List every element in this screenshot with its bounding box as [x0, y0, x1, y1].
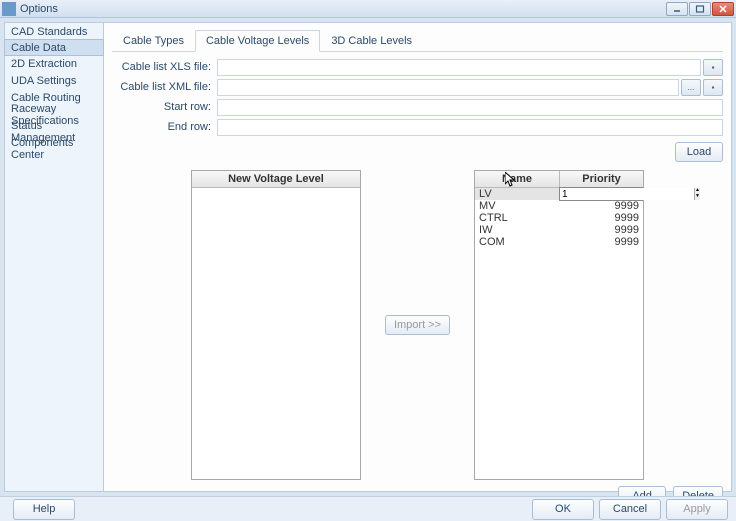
table-row[interactable]: IW9999	[475, 224, 643, 236]
tab-1[interactable]: Cable Voltage Levels	[195, 30, 320, 52]
xls-browse-button[interactable]: ▪	[703, 59, 723, 76]
sidebar-item-3[interactable]: UDA Settings	[5, 72, 103, 89]
row-xls: Cable list XLS file: ▪	[112, 58, 723, 76]
cell-priority[interactable]: 9999	[559, 224, 643, 236]
xml-input[interactable]	[217, 79, 679, 96]
import-button[interactable]: Import >>	[385, 315, 450, 335]
sidebar-item-2[interactable]: 2D Extraction	[5, 55, 103, 72]
new-voltage-header: New Voltage Level	[192, 171, 360, 188]
app-icon	[2, 2, 16, 16]
col-priority-header[interactable]: Priority	[559, 171, 643, 187]
xml-browse-button[interactable]: ...	[681, 79, 701, 96]
start-row-label: Start row:	[112, 101, 217, 113]
load-button[interactable]: Load	[675, 142, 723, 162]
priority-editor[interactable]: ▲▼	[559, 187, 643, 201]
table-row[interactable]: CTRL9999	[475, 212, 643, 224]
priority-input[interactable]	[560, 188, 694, 200]
cell-name[interactable]: MV	[475, 200, 559, 212]
cell-name[interactable]: LV	[475, 188, 559, 200]
xml-extra-button[interactable]: ▪	[703, 79, 723, 96]
window-title: Options	[20, 3, 666, 15]
help-button[interactable]: Help	[13, 499, 75, 520]
ok-button[interactable]: OK	[532, 499, 594, 520]
xls-input[interactable]	[217, 59, 701, 76]
sidebar-item-0[interactable]: CAD Standards	[5, 23, 103, 40]
row-end: End row:	[112, 118, 723, 136]
titlebar: Options	[0, 0, 736, 18]
cell-priority[interactable]: 9999	[559, 200, 643, 212]
start-row-input[interactable]	[217, 99, 723, 116]
content-panel: Cable TypesCable Voltage Levels3D Cable …	[104, 22, 732, 492]
row-xml: Cable list XML file: ... ▪	[112, 78, 723, 96]
table-row[interactable]: MV9999	[475, 200, 643, 212]
row-start: Start row:	[112, 98, 723, 116]
col-name-header[interactable]: Name	[475, 171, 559, 187]
end-row-input[interactable]	[217, 119, 723, 136]
window-buttons	[666, 2, 734, 16]
maximize-button[interactable]	[689, 2, 711, 16]
xls-label: Cable list XLS file:	[112, 61, 217, 73]
cell-name[interactable]: IW	[475, 224, 559, 236]
cell-priority[interactable]: 9999	[559, 212, 643, 224]
sidebar-item-1[interactable]: Cable Data	[4, 39, 104, 56]
table-row[interactable]: LV▲▼	[475, 188, 643, 200]
end-row-label: End row:	[112, 121, 217, 133]
cell-name[interactable]: COM	[475, 236, 559, 248]
close-button[interactable]	[712, 2, 734, 16]
minimize-button[interactable]	[666, 2, 688, 16]
tab-row: Cable TypesCable Voltage Levels3D Cable …	[112, 29, 723, 52]
cancel-button[interactable]: Cancel	[599, 499, 661, 520]
voltage-table-header: Name Priority	[475, 171, 643, 188]
footer: Help OK Cancel Apply	[0, 496, 736, 521]
sidebar-item-7[interactable]: Components Center	[5, 140, 103, 157]
cell-name[interactable]: CTRL	[475, 212, 559, 224]
table-row[interactable]: COM9999	[475, 236, 643, 248]
sidebar: CAD StandardsCable Data2D ExtractionUDA …	[4, 22, 104, 492]
cell-priority[interactable]: 9999	[559, 236, 643, 248]
apply-button[interactable]: Apply	[666, 499, 728, 520]
voltage-table[interactable]: Name Priority LV▲▼MV9999CTRL9999IW9999CO…	[474, 170, 644, 480]
spin-down-icon[interactable]: ▼	[694, 194, 700, 200]
tab-2[interactable]: 3D Cable Levels	[320, 30, 423, 52]
tab-0[interactable]: Cable Types	[112, 30, 195, 52]
xml-label: Cable list XML file:	[112, 81, 217, 93]
new-voltage-list[interactable]: New Voltage Level	[191, 170, 361, 480]
